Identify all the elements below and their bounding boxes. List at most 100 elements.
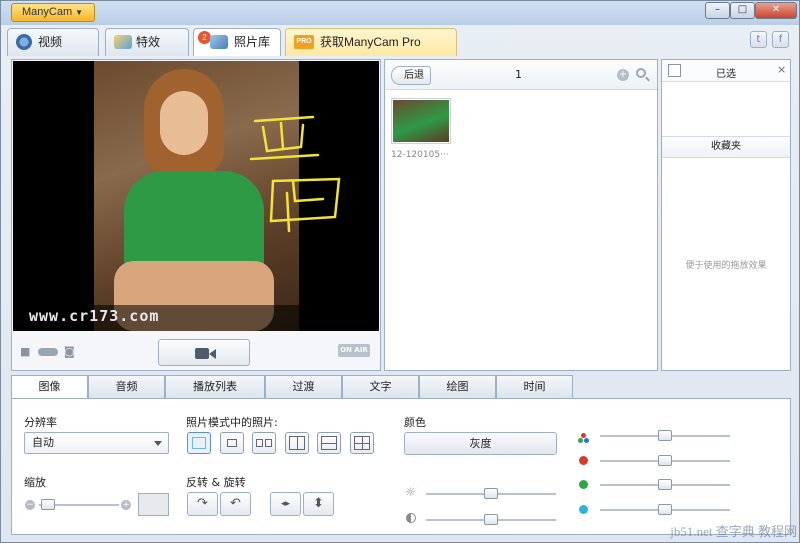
video-icon — [16, 34, 32, 50]
close-button[interactable]: ✕ — [755, 2, 797, 19]
caret-down-icon: ▼ — [75, 8, 84, 17]
minimize-button[interactable]: – — [705, 2, 730, 19]
photo-gallery-icon — [210, 35, 228, 49]
rgb-green-dot — [578, 438, 583, 443]
camcorder-lens-icon — [209, 349, 216, 359]
red-channel-icon — [579, 456, 588, 465]
rotate-right-button[interactable]: ↷ — [187, 492, 218, 516]
zoom-out-icon[interactable]: − — [25, 500, 35, 510]
close-icon[interactable]: × — [777, 63, 786, 76]
site-watermark: jb51.net 查字典 教程网 — [670, 524, 797, 539]
top-tabbar: 视频 特效 2 照片库 PRO 获取ManyCam Pro t f — [1, 25, 799, 57]
zoom-preview-swatch — [138, 493, 169, 516]
contrast-slider[interactable] — [426, 514, 556, 525]
search-icon[interactable] — [636, 68, 646, 78]
drawing-overlay — [249, 115, 341, 233]
tab-video[interactable]: 视频 — [7, 28, 99, 56]
tab-image[interactable]: 图像 — [11, 375, 88, 399]
resolution-select[interactable]: 自动 — [24, 432, 169, 454]
layout-vertical-split-button[interactable] — [285, 432, 309, 454]
layout-quad-button[interactable] — [350, 432, 374, 454]
back-button[interactable]: 后退 — [391, 66, 431, 85]
zoom-slider-knob[interactable] — [41, 499, 55, 510]
selected-title: 已选 — [716, 69, 736, 80]
mode-toggle[interactable] — [38, 348, 58, 356]
image-settings-panel: 分辨率 自动 照片模式中的照片: 颜色 灰度 缩放 − + 反转 & 旋转 ↷ … — [11, 398, 791, 535]
tab-text[interactable]: 文字 — [342, 375, 419, 398]
brightness-slider-knob[interactable] — [484, 488, 498, 499]
brand-label: ManyCam — [22, 6, 73, 18]
zoom-slider[interactable] — [39, 499, 119, 510]
rgb-icon — [578, 433, 590, 445]
chevron-down-icon — [154, 441, 162, 446]
blue-channel-icon — [579, 505, 588, 514]
rotate-left-button[interactable]: ↶ — [220, 492, 251, 516]
tab-label: 视频 — [38, 35, 63, 49]
record-button[interactable] — [158, 339, 250, 366]
thumbnail-image — [393, 100, 449, 142]
photo-camera-icon[interactable]: ◙ — [64, 345, 75, 358]
gallery-header: 后退 1 + — [385, 60, 657, 90]
saturation-slider[interactable] — [600, 430, 730, 441]
selected-sidebar: 已选 × 收藏夹 便于使用的拖放效果 — [661, 59, 791, 371]
red-slider[interactable] — [600, 455, 730, 466]
preview-watermark: www.cr173.com — [29, 307, 160, 325]
resolution-label: 分辨率 — [24, 416, 57, 429]
zoom-in-icon[interactable]: + — [121, 500, 131, 510]
gallery-thumbnail[interactable] — [391, 98, 451, 144]
flip-vertical-button[interactable]: ⬍ — [303, 492, 334, 516]
favorites-header[interactable]: 收藏夹 — [662, 136, 790, 158]
tab-transition[interactable]: 过渡 — [265, 375, 342, 398]
tab-playlist[interactable]: 播放列表 — [165, 375, 265, 398]
green-slider[interactable] — [600, 479, 730, 490]
tab-drawing[interactable]: 绘图 — [419, 375, 496, 398]
contrast-icon — [406, 513, 416, 523]
page-number: 1 — [515, 68, 522, 81]
settings-tabbar: 图像 音频 播放列表 过渡 文字 绘图 时间 — [11, 375, 791, 399]
layout-double-button[interactable] — [252, 432, 276, 454]
saturation-slider-knob[interactable] — [658, 430, 672, 441]
video-camera-icon[interactable]: ■ — [20, 345, 30, 358]
photo-mode-label: 照片模式中的照片: — [186, 416, 278, 429]
blue-slider-knob[interactable] — [658, 504, 672, 515]
manycam-menu-button[interactable]: ManyCam ▼ — [11, 3, 95, 22]
tab-photo-gallery[interactable]: 2 照片库 — [193, 28, 281, 56]
grayscale-button[interactable]: 灰度 — [404, 432, 557, 455]
add-icon[interactable]: + — [617, 69, 629, 81]
tab-label: 获取ManyCam Pro — [320, 35, 421, 49]
tab-time[interactable]: 时间 — [496, 375, 573, 398]
red-slider-knob[interactable] — [658, 455, 672, 466]
layout-horizontal-split-button[interactable] — [317, 432, 341, 454]
tab-effects[interactable]: 特效 — [105, 28, 189, 56]
preview-controls: ■ ◙ ON AIR — [12, 332, 380, 370]
maximize-button[interactable]: □ — [730, 2, 755, 19]
layout-single-button[interactable] — [187, 432, 211, 454]
effects-icon — [114, 35, 132, 49]
layout-quad-divider-h-icon — [354, 443, 370, 444]
contrast-slider-knob[interactable] — [484, 514, 498, 525]
title-bar: ManyCam ▼ – □ ✕ — [1, 1, 799, 25]
green-slider-knob[interactable] — [658, 479, 672, 490]
flip-horizontal-button[interactable]: ◂▸ — [270, 492, 301, 516]
video-preview-panel: www.cr173.com ■ ◙ ON AIR — [11, 59, 381, 371]
flip-rotate-label: 反转 & 旋转 — [186, 476, 246, 489]
tab-audio[interactable]: 音频 — [88, 375, 165, 398]
tab-label: 照片库 — [234, 35, 271, 49]
pro-icon: PRO — [294, 35, 314, 49]
green-channel-icon — [579, 480, 588, 489]
resolution-value: 自动 — [32, 436, 54, 449]
app-window: ManyCam ▼ – □ ✕ 视频 特效 2 照片库 PRO 获取ManyCam… — [0, 0, 800, 543]
brightness-slider[interactable] — [426, 488, 556, 499]
layout-small-button[interactable] — [220, 432, 244, 454]
main-area: www.cr173.com ■ ◙ ON AIR 后退 1 + 12-12010… — [11, 59, 791, 371]
camcorder-icon — [195, 348, 209, 359]
photo-gallery-panel: 后退 1 + 12-120105··· — [384, 59, 658, 371]
facebook-icon[interactable]: f — [772, 31, 789, 48]
drag-drop-hint: 便于使用的拖放效果 — [685, 261, 767, 271]
tab-get-pro[interactable]: PRO 获取ManyCam Pro — [285, 28, 457, 56]
layout-single-icon — [192, 437, 206, 449]
layout-small-icon — [227, 439, 237, 447]
twitter-icon[interactable]: t — [750, 31, 767, 48]
blue-slider[interactable] — [600, 504, 730, 515]
rgb-blue-dot — [584, 438, 589, 443]
